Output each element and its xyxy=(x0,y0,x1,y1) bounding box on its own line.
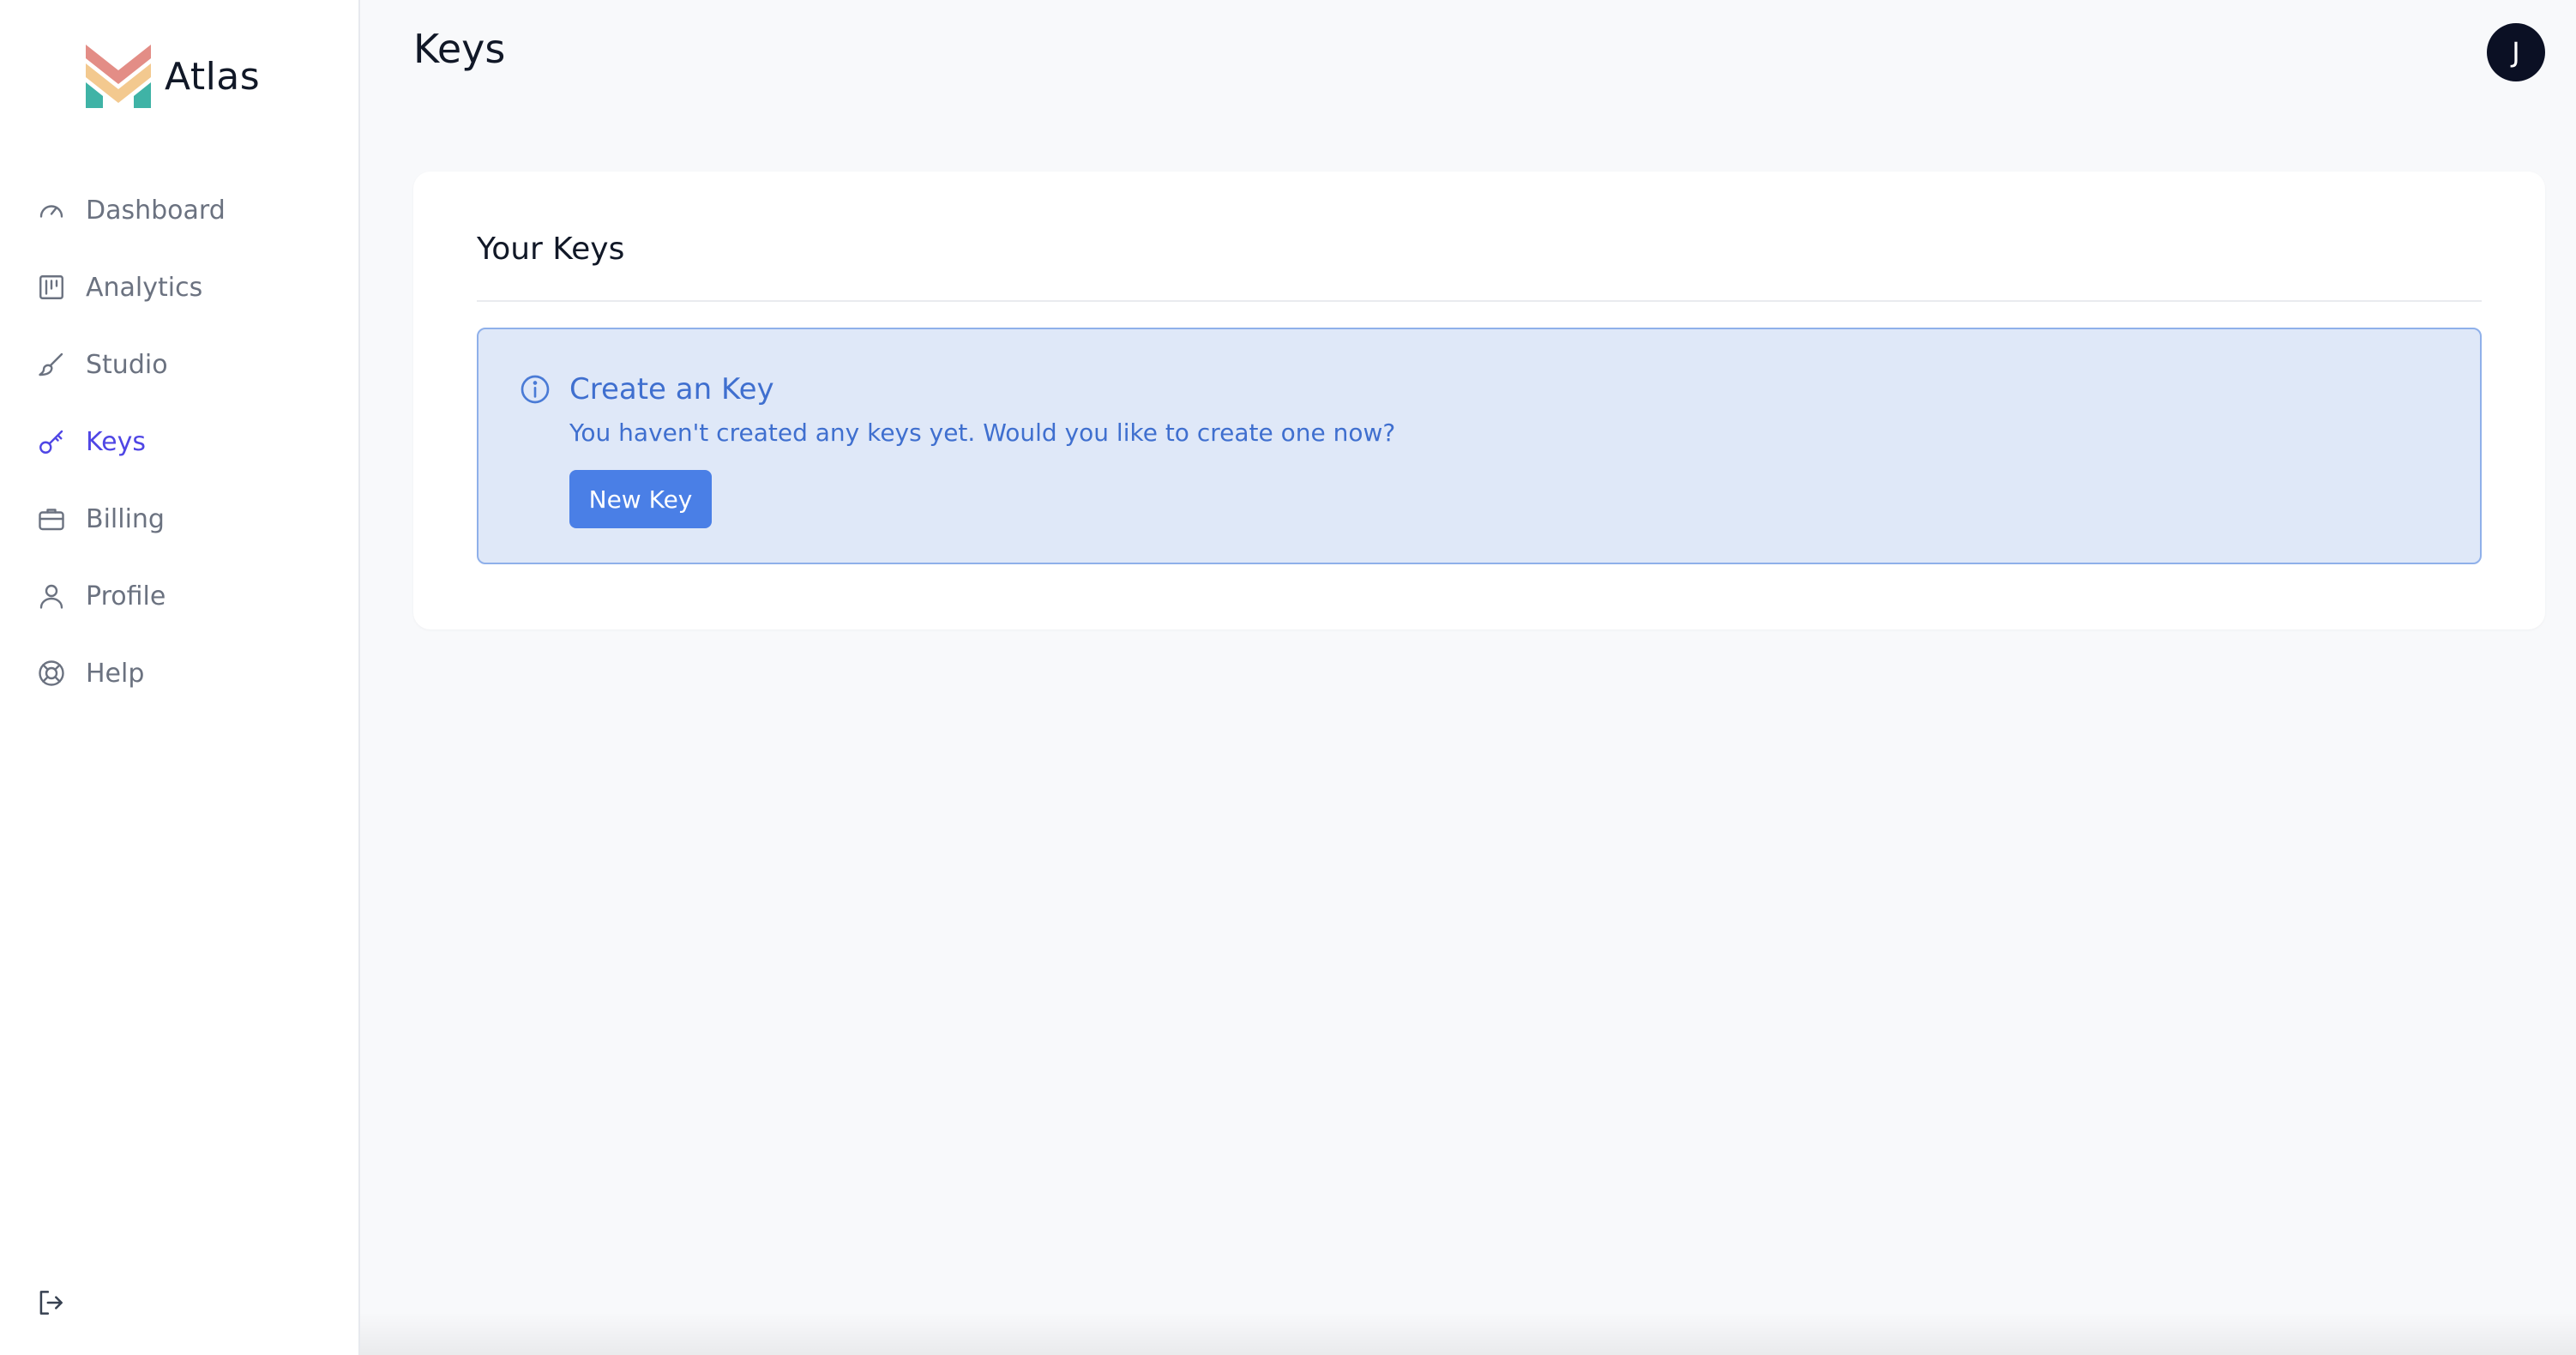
sidebar-item-label: Billing xyxy=(86,503,165,534)
sidebar-item-studio[interactable]: Studio xyxy=(0,326,360,403)
sidebar-item-keys[interactable]: Keys xyxy=(0,403,360,480)
sidebar-item-profile[interactable]: Profile xyxy=(0,557,360,635)
logout-button[interactable] xyxy=(34,1286,70,1322)
sidebar-item-dashboard[interactable]: Dashboard xyxy=(0,172,360,249)
avatar[interactable]: J xyxy=(2487,23,2545,81)
sidebar-item-billing[interactable]: Billing xyxy=(0,480,360,557)
info-icon xyxy=(518,372,552,406)
alert-title: Create an Key xyxy=(569,372,774,406)
page-title: Keys xyxy=(413,26,506,72)
bottom-shadow xyxy=(360,1312,2576,1355)
brand[interactable]: Atlas xyxy=(86,45,260,108)
key-icon xyxy=(34,425,69,459)
briefcase-icon xyxy=(34,502,69,536)
new-key-button[interactable]: New Key xyxy=(569,470,712,528)
card-title: Your Keys xyxy=(477,232,625,267)
sidebar: Atlas Dashboard Analytics Studio Keys Bi… xyxy=(0,0,360,1355)
alert-message: You haven't created any keys yet. Would … xyxy=(569,419,1396,447)
sidebar-item-label: Analytics xyxy=(86,272,203,303)
brand-name: Atlas xyxy=(165,54,261,99)
brush-icon xyxy=(34,347,69,382)
sidebar-item-label: Studio xyxy=(86,349,168,380)
sidebar-item-label: Profile xyxy=(86,581,166,611)
sidebar-item-label: Dashboard xyxy=(86,195,226,226)
logout-icon xyxy=(39,1291,63,1315)
bar-chart-icon xyxy=(34,270,69,304)
sidebar-nav: Dashboard Analytics Studio Keys Billing … xyxy=(0,172,360,712)
lifebuoy-icon xyxy=(34,656,69,690)
sidebar-item-label: Keys xyxy=(86,426,147,457)
sidebar-item-analytics[interactable]: Analytics xyxy=(0,249,360,326)
app-root: Atlas Dashboard Analytics Studio Keys Bi… xyxy=(0,0,2576,1355)
sidebar-item-help[interactable]: Help xyxy=(0,635,360,712)
divider xyxy=(477,300,2482,302)
create-key-alert: Create an Key You haven't created any ke… xyxy=(477,328,2482,564)
user-icon xyxy=(34,579,69,613)
speedometer-icon xyxy=(34,193,69,227)
atlas-logo-icon xyxy=(86,45,151,108)
keys-card: Your Keys Create an Key You haven't crea… xyxy=(413,172,2545,629)
sidebar-item-label: Help xyxy=(86,658,145,689)
